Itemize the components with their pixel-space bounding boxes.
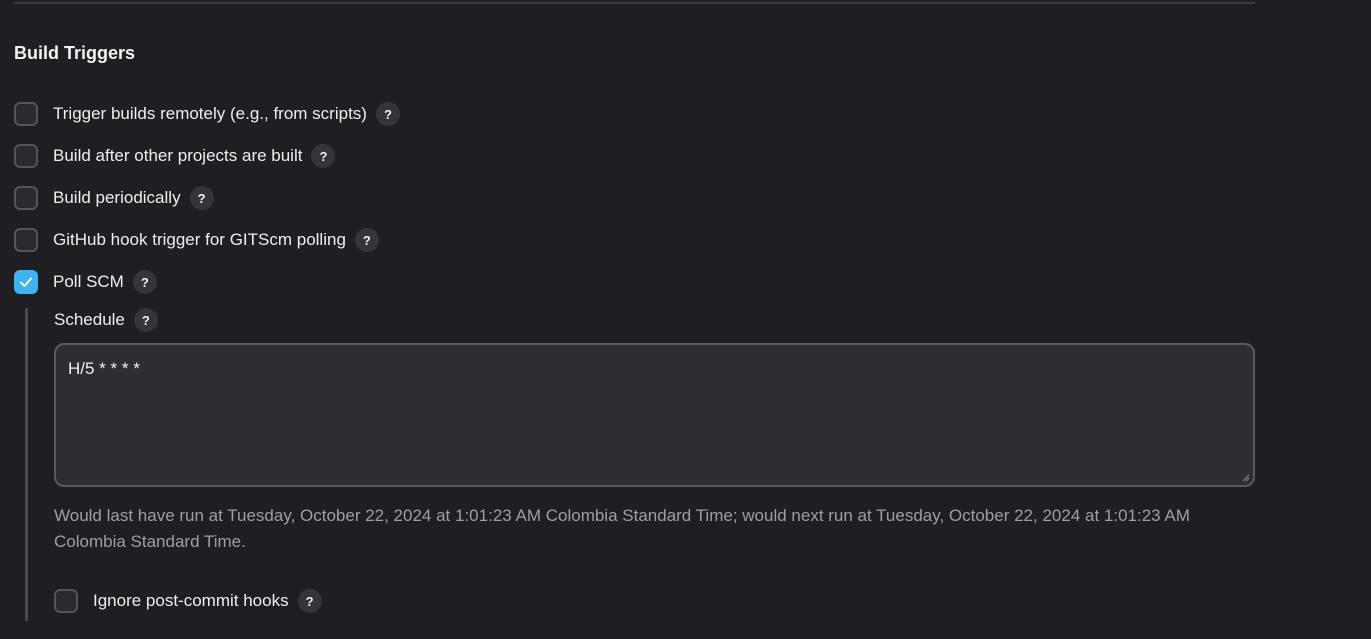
- section-title: Build Triggers: [14, 43, 136, 63]
- help-icon[interactable]: ?: [375, 102, 400, 126]
- schedule-note: Would last have run at Tuesday, October …: [54, 506, 1190, 551]
- trigger-after-other-row[interactable]: Build after other projects are built ?: [14, 142, 336, 170]
- nested-options-bar: [25, 308, 28, 621]
- help-icon[interactable]: ?: [133, 308, 158, 332]
- help-icon[interactable]: ?: [354, 228, 379, 252]
- trigger-github-hook-checkbox[interactable]: [14, 228, 38, 252]
- trigger-poll-scm-checkbox[interactable]: [14, 270, 38, 294]
- schedule-label: Schedule: [54, 310, 125, 329]
- help-icon[interactable]: ?: [132, 270, 157, 294]
- trigger-github-hook-label[interactable]: GitHub hook trigger for GITScm polling: [53, 230, 346, 250]
- ignore-hooks-checkbox[interactable]: [54, 589, 78, 613]
- trigger-periodic-row[interactable]: Build periodically ?: [14, 184, 214, 212]
- build-triggers-page: Build Triggers Trigger builds remotely (…: [0, 0, 1371, 639]
- schedule-textarea[interactable]: H/5 * * * *: [54, 343, 1255, 487]
- trigger-remote-label[interactable]: Trigger builds remotely (e.g., from scri…: [53, 104, 367, 124]
- trigger-poll-scm-label[interactable]: Poll SCM: [53, 272, 124, 292]
- trigger-after-other-label[interactable]: Build after other projects are built: [53, 146, 302, 166]
- check-icon: [20, 277, 32, 287]
- trigger-poll-scm-row[interactable]: Poll SCM ?: [14, 268, 157, 296]
- schedule-value[interactable]: H/5 * * * *: [68, 359, 140, 379]
- schedule-label-row: Schedule ?: [54, 307, 158, 333]
- resize-grip-icon[interactable]: [1242, 474, 1250, 482]
- trigger-remote-checkbox[interactable]: [14, 102, 38, 126]
- trigger-github-hook-row[interactable]: GitHub hook trigger for GITScm polling ?: [14, 226, 379, 254]
- trigger-periodic-label[interactable]: Build periodically: [53, 188, 181, 208]
- ignore-hooks-row[interactable]: Ignore post-commit hooks ?: [54, 587, 322, 615]
- trigger-remote-row[interactable]: Trigger builds remotely (e.g., from scri…: [14, 100, 400, 128]
- ignore-hooks-label[interactable]: Ignore post-commit hooks: [93, 591, 289, 611]
- help-icon[interactable]: ?: [189, 186, 214, 210]
- help-icon[interactable]: ?: [297, 589, 322, 613]
- section-divider: [14, 2, 1255, 4]
- trigger-after-other-checkbox[interactable]: [14, 144, 38, 168]
- help-icon[interactable]: ?: [311, 144, 336, 168]
- trigger-periodic-checkbox[interactable]: [14, 186, 38, 210]
